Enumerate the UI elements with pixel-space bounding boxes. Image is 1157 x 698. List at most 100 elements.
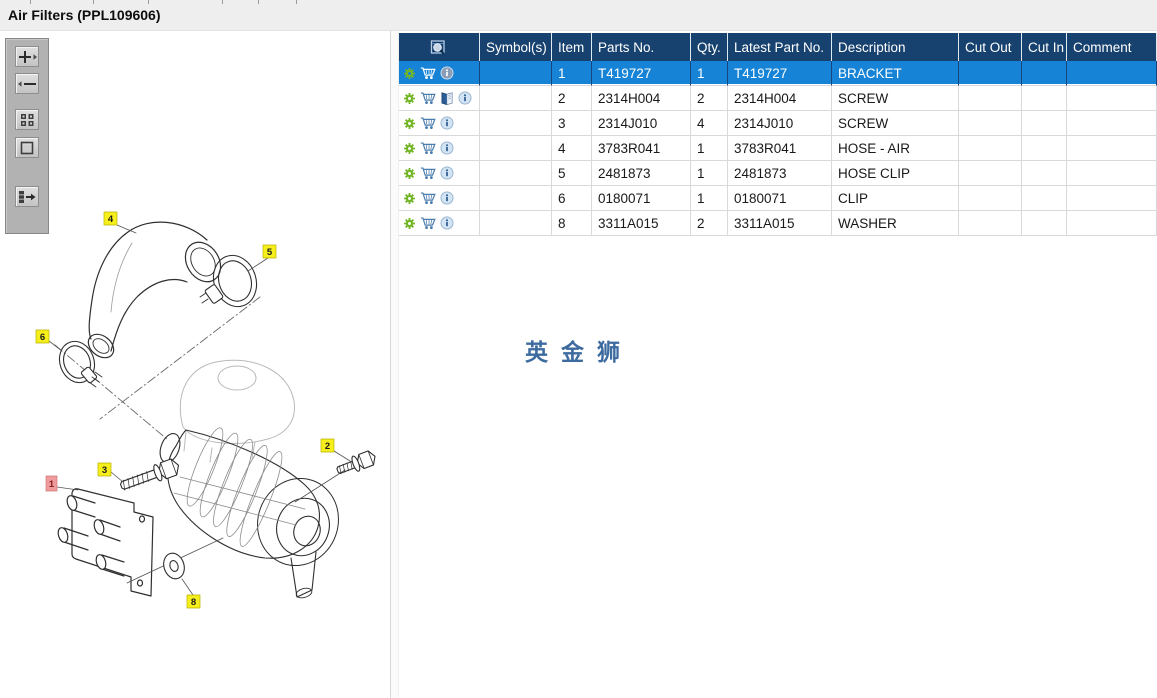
gear-icon[interactable] xyxy=(403,67,416,80)
table-row[interactable]: 3 2314J010 4 2314J010 SCREW xyxy=(399,111,1157,136)
cell-parts-no[interactable]: 2314J010 xyxy=(592,111,691,136)
cell-cut-out[interactable] xyxy=(959,211,1022,236)
info-icon[interactable] xyxy=(440,166,454,180)
info-icon[interactable] xyxy=(440,216,454,230)
cell-latest-part-no[interactable]: T419727 xyxy=(728,61,832,86)
cell-cut-in[interactable] xyxy=(1022,61,1067,86)
gear-icon[interactable] xyxy=(403,217,416,230)
cell-symbols[interactable] xyxy=(480,211,552,236)
table-row[interactable]: 8 3311A015 2 3311A015 WASHER xyxy=(399,211,1157,236)
cell-symbols[interactable] xyxy=(480,61,552,86)
callout-1-selected[interactable]: 1 xyxy=(45,475,58,492)
cell-qty[interactable]: 2 xyxy=(691,211,728,236)
cell-latest-part-no[interactable]: 2314H004 xyxy=(728,86,832,111)
callout-3[interactable]: 3 xyxy=(97,462,112,477)
gear-icon[interactable] xyxy=(403,167,416,180)
cell-parts-no[interactable]: 3311A015 xyxy=(592,211,691,236)
info-icon[interactable] xyxy=(458,91,472,105)
cell-comment[interactable] xyxy=(1067,186,1157,211)
cell-parts-no[interactable]: 3783R041 xyxy=(592,136,691,161)
cart-icon[interactable] xyxy=(420,166,436,180)
gear-icon[interactable] xyxy=(403,92,416,105)
table-row[interactable]: 1 T419727 1 T419727 BRACKET xyxy=(399,61,1157,86)
cell-qty[interactable]: 2 xyxy=(691,86,728,111)
cell-description[interactable]: HOSE CLIP xyxy=(832,161,959,186)
cell-item[interactable]: 1 xyxy=(552,61,592,86)
cell-symbols[interactable] xyxy=(480,86,552,111)
cell-latest-part-no[interactable]: 2481873 xyxy=(728,161,832,186)
header-comment[interactable]: Comment xyxy=(1067,33,1157,61)
cell-cut-out[interactable] xyxy=(959,86,1022,111)
cell-symbols[interactable] xyxy=(480,136,552,161)
cell-cut-in[interactable] xyxy=(1022,161,1067,186)
cell-parts-no[interactable]: 2481873 xyxy=(592,161,691,186)
cell-qty[interactable]: 4 xyxy=(691,111,728,136)
cell-cut-out[interactable] xyxy=(959,136,1022,161)
table-row[interactable]: 2 2314H004 2 2314H004 SCREW xyxy=(399,86,1157,111)
callout-4[interactable]: 4 xyxy=(103,211,118,226)
header-qty[interactable]: Qty. xyxy=(691,33,728,61)
cell-comment[interactable] xyxy=(1067,61,1157,86)
cell-qty[interactable]: 1 xyxy=(691,61,728,86)
cell-description[interactable]: BRACKET xyxy=(832,61,959,86)
header-cut-out[interactable]: Cut Out xyxy=(959,33,1022,61)
cart-icon[interactable] xyxy=(420,191,436,205)
cell-item[interactable]: 6 xyxy=(552,186,592,211)
cell-cut-in[interactable] xyxy=(1022,186,1067,211)
cart-icon[interactable] xyxy=(420,91,436,105)
cell-comment[interactable] xyxy=(1067,111,1157,136)
cell-parts-no[interactable]: 0180071 xyxy=(592,186,691,211)
header-latest-part-no[interactable]: Latest Part No. xyxy=(728,33,832,61)
gear-icon[interactable] xyxy=(403,192,416,205)
cell-comment[interactable] xyxy=(1067,136,1157,161)
cart-icon[interactable] xyxy=(420,141,436,155)
cell-item[interactable]: 4 xyxy=(552,136,592,161)
callout-8[interactable]: 8 xyxy=(186,594,201,609)
cell-comment[interactable] xyxy=(1067,86,1157,111)
cell-qty[interactable]: 1 xyxy=(691,186,728,211)
cell-qty[interactable]: 1 xyxy=(691,136,728,161)
table-row[interactable]: 5 2481873 1 2481873 HOSE CLIP xyxy=(399,161,1157,186)
cell-item[interactable]: 2 xyxy=(552,86,592,111)
header-description[interactable]: Description xyxy=(832,33,959,61)
gear-icon[interactable] xyxy=(403,142,416,155)
cell-latest-part-no[interactable]: 3311A015 xyxy=(728,211,832,236)
cell-description[interactable]: CLIP xyxy=(832,186,959,211)
cell-cut-in[interactable] xyxy=(1022,211,1067,236)
header-parts-no[interactable]: Parts No. xyxy=(592,33,691,61)
cell-cut-out[interactable] xyxy=(959,161,1022,186)
cell-latest-part-no[interactable]: 3783R041 xyxy=(728,136,832,161)
cell-cut-in[interactable] xyxy=(1022,111,1067,136)
cart-icon[interactable] xyxy=(420,216,436,230)
info-icon[interactable] xyxy=(440,141,454,155)
cell-cut-in[interactable] xyxy=(1022,136,1067,161)
cell-comment[interactable] xyxy=(1067,211,1157,236)
callout-5[interactable]: 5 xyxy=(262,244,277,259)
header-cut-in[interactable]: Cut In xyxy=(1022,33,1067,61)
cell-item[interactable]: 8 xyxy=(552,211,592,236)
cell-cut-out[interactable] xyxy=(959,61,1022,86)
cart-icon[interactable] xyxy=(420,66,436,80)
header-actions[interactable] xyxy=(399,33,480,61)
header-item[interactable]: Item xyxy=(552,33,592,61)
table-row[interactable]: 4 3783R041 1 3783R041 HOSE - AIR xyxy=(399,136,1157,161)
cell-description[interactable]: HOSE - AIR xyxy=(832,136,959,161)
cell-symbols[interactable] xyxy=(480,111,552,136)
cell-cut-out[interactable] xyxy=(959,111,1022,136)
cell-description[interactable]: WASHER xyxy=(832,211,959,236)
cell-latest-part-no[interactable]: 0180071 xyxy=(728,186,832,211)
table-row[interactable]: 6 0180071 1 0180071 CLIP xyxy=(399,186,1157,211)
cell-comment[interactable] xyxy=(1067,161,1157,186)
cell-symbols[interactable] xyxy=(480,186,552,211)
cell-cut-out[interactable] xyxy=(959,186,1022,211)
info-icon[interactable] xyxy=(440,116,454,130)
cell-parts-no[interactable]: 2314H004 xyxy=(592,86,691,111)
book-icon[interactable] xyxy=(440,91,454,106)
gear-icon[interactable] xyxy=(403,117,416,130)
cell-item[interactable]: 3 xyxy=(552,111,592,136)
cell-qty[interactable]: 1 xyxy=(691,161,728,186)
info-icon[interactable] xyxy=(440,66,454,80)
callout-6[interactable]: 6 xyxy=(35,329,50,344)
callout-2[interactable]: 2 xyxy=(320,438,335,453)
header-symbols[interactable]: Symbol(s) xyxy=(480,33,552,61)
